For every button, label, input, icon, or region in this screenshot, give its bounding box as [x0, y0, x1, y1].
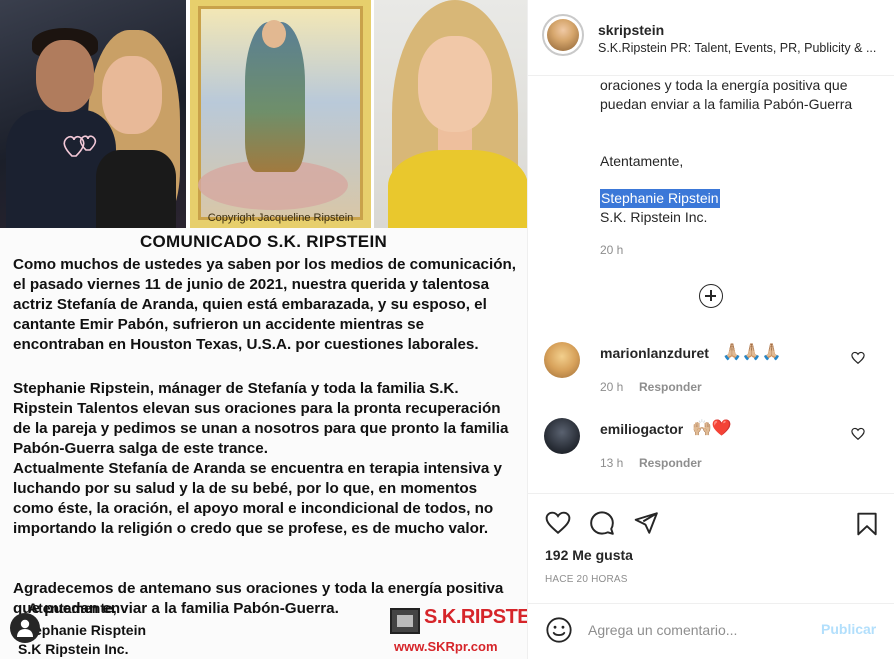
comment-item: emiliogactor 🙌🏼❤️ 13 h Responder [528, 416, 894, 480]
comment-input[interactable] [588, 618, 808, 642]
post-sidebar: skripstein S.K.Ripstein PR: Talent, Even… [527, 0, 894, 659]
publish-button[interactable]: Publicar [821, 621, 876, 637]
user-tag-icon[interactable] [10, 613, 40, 643]
skripstein-logo: S.K.RIPSTEIN [390, 606, 527, 636]
heart-icon[interactable] [851, 427, 865, 441]
statement-title: COMUNICADO S.K. RIPSTEIN [139, 232, 388, 251]
avatar[interactable] [544, 418, 580, 454]
caption-name-selected: Stephanie Ripstein [600, 189, 720, 208]
comment-item: marionlanzduret 🙏🏼🙏🏼🙏🏼 20 h Responder [528, 340, 894, 404]
load-more-comments-icon[interactable] [699, 284, 723, 308]
share-send-icon[interactable] [632, 510, 660, 536]
reply-button[interactable]: Responder [639, 456, 702, 470]
comment-composer: Publicar [528, 603, 894, 659]
comment-username[interactable]: marionlanzduret [600, 345, 709, 361]
comment-text: 🙏🏼🙏🏼🙏🏼 [722, 344, 782, 361]
comment-text: 🙌🏼❤️ [692, 420, 732, 437]
avatar[interactable] [542, 14, 584, 56]
post-timestamp[interactable]: HACE 20 HORAS [545, 574, 628, 585]
painting-copyright: Copyright Jacqueline Ripstein [207, 212, 354, 224]
statement-company: S.K Ripstein Inc. [18, 641, 129, 657]
caption-company: S.K. Ripstein Inc. [600, 209, 708, 225]
heart-icon[interactable] [851, 351, 865, 365]
press-statement: COMUNICADO S.K. RIPSTEIN Como muchos de … [0, 228, 527, 659]
statement-paragraph: Como muchos de ustedes ya saben por los … [13, 256, 516, 353]
statement-signoff: Atentamente, [28, 600, 117, 616]
caption-text: oraciones y toda la energía positiva que… [600, 77, 853, 112]
comment-time[interactable]: 20 h [600, 380, 623, 394]
caption-time[interactable]: 20 h [600, 241, 623, 260]
virgin-painting: Copyright Jacqueline Ripstein [190, 0, 371, 228]
post-image[interactable]: Copyright Jacqueline Ripstein COMUNICADO… [0, 0, 527, 659]
film-icon [390, 608, 420, 634]
couple-photo [0, 0, 186, 228]
comment-username[interactable]: emiliogactor [600, 421, 683, 437]
logo-text: S.K.RIPSTEIN [424, 606, 527, 628]
comment-time[interactable]: 13 h [600, 456, 623, 470]
emoji-icon[interactable] [545, 616, 573, 644]
post-header: skripstein S.K.Ripstein PR: Talent, Even… [528, 0, 894, 76]
statement-paragraph: Actualmente Stefanía de Aranda se encuen… [13, 460, 502, 537]
author-subtitle[interactable]: S.K.Ripstein PR: Talent, Events, PR, Pub… [598, 41, 894, 55]
post-actions: 192 Me gusta HACE 20 HORAS [528, 493, 894, 603]
woman-portrait [374, 0, 527, 228]
comment-bubble-icon[interactable] [588, 510, 616, 536]
avatar[interactable] [544, 342, 580, 378]
website-url: www.SKRpr.com [394, 639, 498, 654]
hearts-icon [63, 135, 97, 157]
like-heart-icon[interactable] [544, 510, 572, 536]
likes-count[interactable]: 192 Me gusta [545, 547, 633, 563]
author-username[interactable]: skripstein [598, 22, 664, 38]
caption-regards: Atentamente, [600, 153, 684, 169]
statement-paragraph: Stephanie Ripstein, mánager de Stefanía … [13, 380, 509, 457]
reply-button[interactable]: Responder [639, 380, 702, 394]
bookmark-icon[interactable] [854, 510, 880, 538]
